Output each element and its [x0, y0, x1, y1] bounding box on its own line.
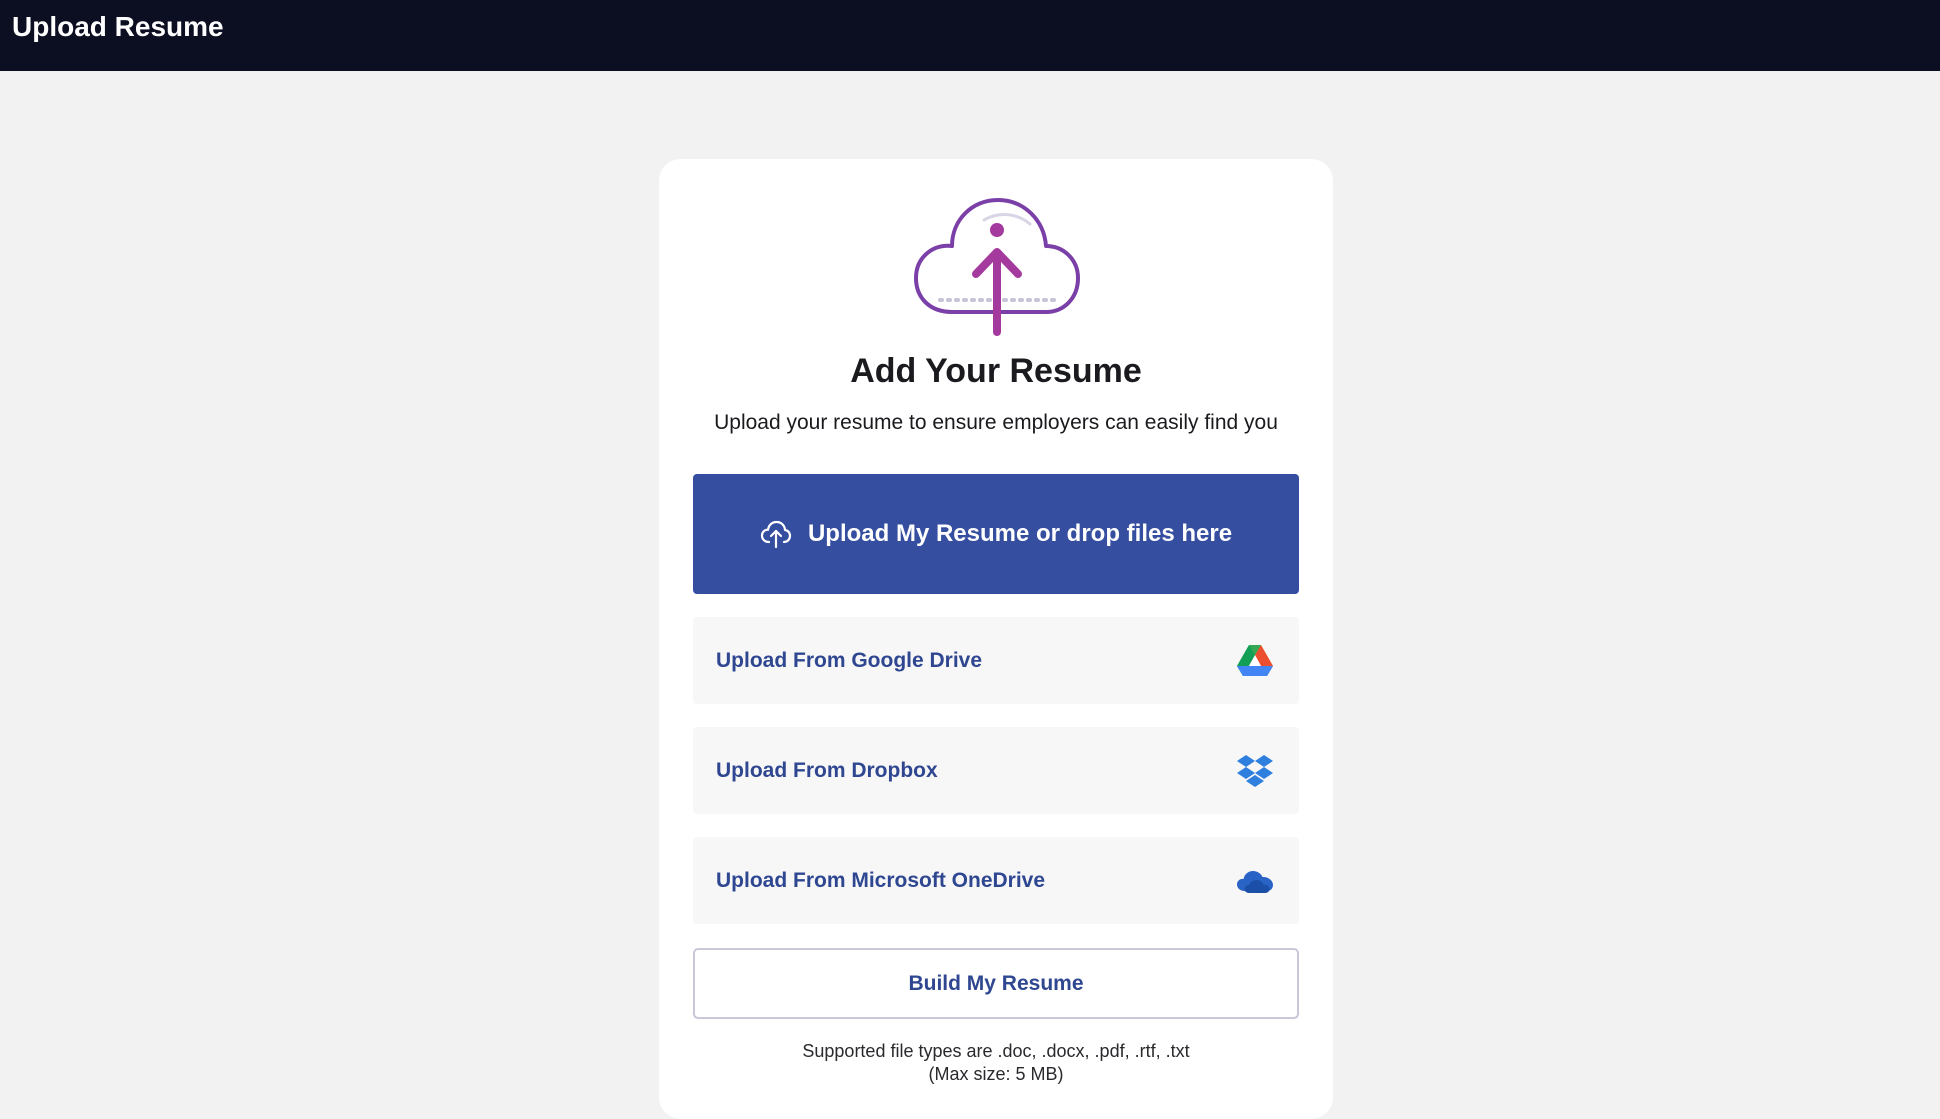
- cloud-upload-icon: [914, 198, 1080, 336]
- dropbox-label: Upload From Dropbox: [716, 759, 938, 782]
- max-size-text: (Max size: 5 MB): [928, 1064, 1064, 1084]
- build-resume-button[interactable]: Build My Resume: [693, 948, 1299, 1019]
- card-subtitle: Upload your resume to ensure employers c…: [714, 411, 1278, 434]
- upload-onedrive-button[interactable]: Upload From Microsoft OneDrive: [693, 837, 1299, 924]
- file-types-text: Supported file types are .doc, .docx, .p…: [802, 1041, 1190, 1061]
- dropbox-icon: [1237, 755, 1273, 787]
- card-heading: Add Your Resume: [850, 352, 1142, 390]
- page-title: Upload Resume: [12, 11, 224, 42]
- onedrive-label: Upload From Microsoft OneDrive: [716, 869, 1046, 892]
- supported-file-types-note: Supported file types are .doc, .docx, .p…: [659, 1040, 1333, 1086]
- upload-resume-button-label: Upload My Resume or drop files here: [807, 520, 1233, 547]
- top-header-bar: Upload Resume: [0, 0, 1940, 71]
- upload-dropbox-button[interactable]: Upload From Dropbox: [693, 727, 1299, 814]
- onedrive-icon: [1237, 871, 1273, 893]
- cloud-upload-icon: [760, 520, 792, 549]
- google-drive-icon: [1237, 645, 1273, 676]
- upload-google-drive-button[interactable]: Upload From Google Drive: [693, 617, 1299, 704]
- google-drive-label: Upload From Google Drive: [716, 649, 983, 672]
- upload-resume-button[interactable]: Upload My Resume or drop files here: [693, 474, 1299, 594]
- upload-card: Add Your Resume Upload your resume to en…: [659, 159, 1333, 1119]
